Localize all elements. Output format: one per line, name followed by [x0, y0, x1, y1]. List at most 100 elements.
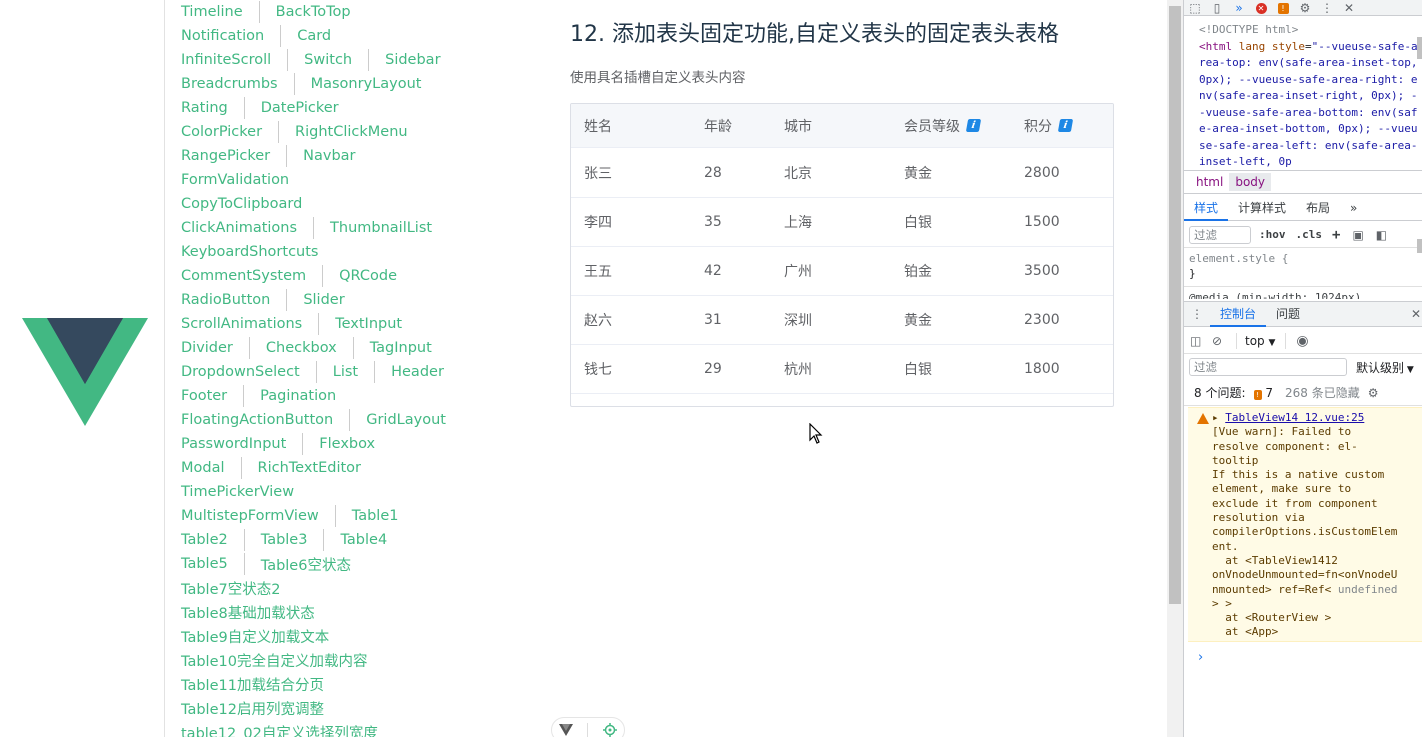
styles-tab[interactable]: 布局 [1296, 195, 1340, 221]
styles-tab[interactable]: » [1340, 195, 1367, 221]
nav-link[interactable]: Card [297, 28, 331, 44]
drawer-tab[interactable]: 问题 [1266, 302, 1310, 327]
styles-scrollbar[interactable] [1417, 239, 1422, 253]
gear-icon[interactable]: ⚙ [1368, 386, 1379, 400]
nav-link[interactable]: DatePicker [261, 100, 339, 116]
close-icon[interactable]: ✕ [1338, 2, 1360, 14]
nav-link[interactable]: Table11加载结合分页 [181, 674, 324, 695]
dom-scrollbar[interactable] [1417, 37, 1422, 59]
nav-link[interactable]: FloatingActionButton [181, 412, 333, 428]
nav-link[interactable]: GridLayout [366, 412, 446, 428]
nav-link[interactable]: Navbar [303, 148, 355, 164]
nav-link[interactable]: Modal [181, 460, 225, 476]
nav-link[interactable]: Timeline [181, 4, 243, 20]
nav-link[interactable]: MasonryLayout [311, 76, 422, 92]
nav-link[interactable]: ScrollAnimations [181, 316, 302, 332]
nav-link[interactable]: Table9自定义加载文本 [181, 626, 329, 647]
context-select[interactable]: top ▼ [1245, 334, 1275, 348]
drawer-menu-icon[interactable]: ⋮ [1184, 307, 1210, 321]
hov-button[interactable]: :hov [1259, 228, 1286, 241]
nav-link[interactable]: List [333, 364, 358, 380]
nav-link[interactable]: RightClickMenu [295, 124, 408, 140]
table-row[interactable]: 钱七 29 杭州 白银 1800 [571, 344, 1113, 393]
nav-link[interactable]: Divider [181, 340, 233, 356]
nav-link[interactable]: ColorPicker [181, 124, 262, 140]
target-icon[interactable] [602, 723, 617, 737]
table-row[interactable]: 李四 35 上海 白银 1500 [571, 197, 1113, 246]
nav-link[interactable]: Table8基础加载状态 [181, 602, 315, 623]
nav-link[interactable]: BackToTop [276, 4, 351, 20]
drawer-tab[interactable]: 控制台 [1210, 302, 1267, 327]
info-icon[interactable]: i [1057, 119, 1074, 132]
table-row[interactable]: 赵六 31 深圳 黄金 2300 [571, 295, 1113, 344]
nav-link[interactable]: KeyboardShortcuts [181, 244, 318, 260]
inspect-icon[interactable]: ⬚ [1184, 2, 1206, 14]
source-link[interactable]: TableView14 12.vue:25 [1225, 411, 1364, 424]
nav-link[interactable]: MultistepFormView [181, 508, 319, 524]
clear-console-icon[interactable]: ⊘ [1212, 334, 1236, 348]
settings-icon[interactable]: ⚙ [1294, 2, 1316, 14]
table-row[interactable]: 王五 42 广州 铂金 3500 [571, 246, 1113, 295]
scrollbar-thumb[interactable] [1169, 6, 1181, 604]
nav-link[interactable]: ClickAnimations [181, 220, 297, 236]
nav-link[interactable]: Table10完全自定义加载内容 [181, 650, 367, 671]
nav-link[interactable]: TagInput [370, 340, 432, 356]
nav-link[interactable]: QRCode [339, 268, 397, 284]
device-toggle-icon[interactable]: ▯ [1206, 2, 1228, 14]
nav-link[interactable]: Checkbox [266, 340, 337, 356]
nav-link[interactable]: RadioButton [181, 292, 270, 308]
vue-devtools-toggle[interactable] [551, 717, 625, 737]
console-warning[interactable]: ▸ TableView14 12.vue:25 [Vue warn]: Fail… [1188, 407, 1422, 642]
styles-tab[interactable]: 样式 [1184, 195, 1229, 221]
error-icon[interactable]: ✕ [1250, 2, 1272, 14]
nav-link[interactable]: Table5 [181, 556, 228, 572]
table-body[interactable]: 张三 28 北京 黄金 2800 李四 35 上海 白银 1500 王五 42 广州 铂金 3500 赵六 31… [571, 147, 1113, 394]
cls-button[interactable]: .cls [1296, 228, 1323, 241]
nav-link[interactable]: InfiniteScroll [181, 52, 271, 68]
element-style-rule[interactable]: element.style { [1189, 251, 1422, 266]
nav-link[interactable]: Breadcrumbs [181, 76, 278, 92]
sidebar-icon[interactable]: ◫ [1190, 334, 1212, 348]
nav-link[interactable]: RichTextEditor [258, 460, 362, 476]
breadcrumb-item[interactable]: body [1229, 173, 1272, 191]
eye-icon[interactable]: ◉ [1296, 333, 1308, 349]
console-prompt[interactable]: › [1198, 650, 1203, 665]
nav-link[interactable]: Pagination [260, 388, 336, 404]
nav-link[interactable]: table12_02自定义选择列宽度 [181, 722, 378, 737]
dom-tree[interactable]: <!DOCTYPE html> <html lang style="--vueu… [1184, 17, 1419, 169]
nav-link[interactable]: Sidebar [385, 52, 440, 68]
nav-link[interactable]: RangePicker [181, 148, 270, 164]
nav-link[interactable]: DropdownSelect [181, 364, 300, 380]
nav-link[interactable]: Table7空状态2 [181, 578, 280, 599]
paint-icon[interactable]: ▣ [1352, 228, 1363, 242]
issues-count[interactable]: ! 7 [1253, 386, 1273, 400]
styles-tab[interactable]: 计算样式 [1228, 195, 1296, 221]
nav-link[interactable]: Rating [181, 100, 228, 116]
breadcrumb-item[interactable]: html [1190, 173, 1229, 191]
table-row[interactable]: 张三 28 北京 黄金 2800 [571, 148, 1113, 197]
nav-link[interactable]: Table4 [340, 532, 387, 548]
nav-link[interactable]: Table2 [181, 532, 228, 548]
nav-link[interactable]: Flexbox [319, 436, 375, 452]
log-level-select[interactable]: 默认级别 ▼ [1356, 359, 1414, 376]
nav-link[interactable]: Slider [303, 292, 344, 308]
more-tabs-icon[interactable]: » [1228, 2, 1250, 14]
nav-link[interactable]: CommentSystem [181, 268, 306, 284]
nav-link[interactable]: Table1 [352, 508, 399, 524]
vue-logo-icon[interactable] [559, 724, 574, 736]
page-scrollbar[interactable] [1167, 0, 1183, 737]
nav-link[interactable]: Table12启用列宽调整 [181, 698, 324, 719]
nav-link[interactable]: Table3 [261, 532, 308, 548]
nav-link[interactable]: Footer [181, 388, 227, 404]
nav-link[interactable]: Switch [304, 52, 352, 68]
nav-link[interactable]: Header [391, 364, 444, 380]
nav-link[interactable]: Notification [181, 28, 264, 44]
sidebar-toggle-icon[interactable]: ◧ [1376, 228, 1387, 242]
nav-link[interactable]: CopyToClipboard [181, 196, 302, 212]
new-rule-button[interactable]: + [1332, 227, 1340, 243]
nav-link[interactable]: ThumbnailList [330, 220, 432, 236]
styles-filter-input[interactable]: 过滤 [1189, 225, 1251, 244]
kebab-menu-icon[interactable]: ⋮ [1316, 2, 1338, 14]
warning-icon[interactable]: ! [1272, 2, 1294, 14]
nav-link[interactable]: Table6空状态 [261, 554, 351, 575]
